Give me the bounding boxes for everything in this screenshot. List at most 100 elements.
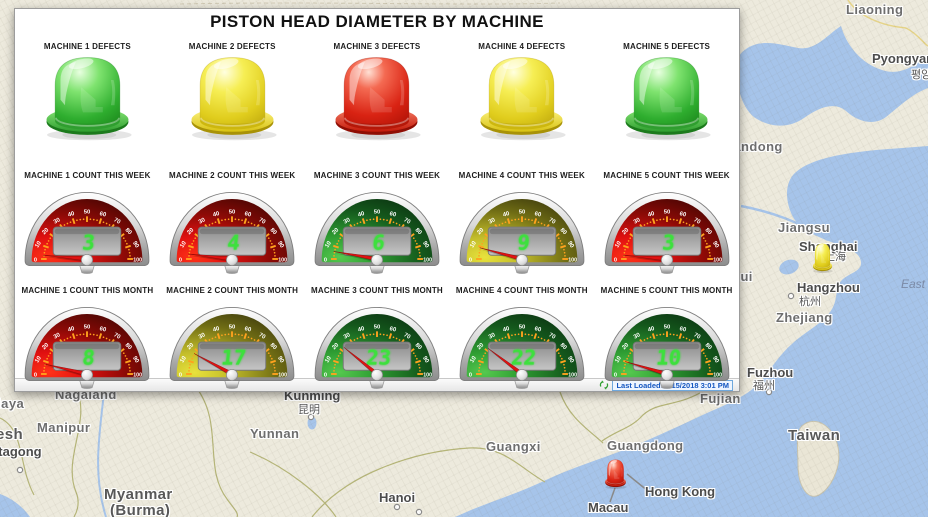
svg-text:50: 50 [374,325,381,331]
map-label-cjk: 昆明 [298,401,320,417]
map-label-chittagong: Chittagong [0,444,42,459]
week-cell-machine-4: MACHINE 4 COUNT THIS WEEK102030405060708… [449,171,594,274]
gauge-machine-1-month: 10203040506070809001008 [21,299,153,389]
svg-text:50: 50 [519,325,526,331]
map-led-shanghai[interactable] [811,242,834,279]
svg-text:100: 100 [134,372,143,378]
svg-text:50: 50 [229,210,236,216]
defects-cell-machine-1: MACHINE 1 DEFECTS [15,42,160,143]
label-machine-2-defects: MACHINE 2 DEFECTS [189,42,276,51]
label-machine-1-week: MACHINE 1 COUNT THIS WEEK [24,171,150,180]
svg-text:100: 100 [568,257,577,263]
map-label-cjk: 杭州 [799,293,821,309]
defects-cell-machine-3: MACHINE 3 DEFECTS [305,42,450,143]
svg-text:100: 100 [278,372,287,378]
map-led-hongkong[interactable] [603,458,628,495]
page-title: PISTON HEAD DIAMETER BY MACHINE [15,12,739,32]
gauge-machine-5-week: 10203040506070809001003 [601,184,733,274]
defect-light-machine-3 [327,53,426,143]
month-cell-machine-3: MACHINE 3 COUNT THIS MONTH10203040506070… [305,286,450,389]
defects-cell-machine-5: MACHINE 5 DEFECTS [594,42,739,143]
svg-text:100: 100 [423,257,432,263]
gauge-machine-4-month: 102030405060708090010022 [456,299,588,389]
gauge-machine-1-week: 10203040506070809001003 [21,184,153,274]
map-label-liaoning: Liaoning [846,2,903,17]
month-cell-machine-2: MACHINE 2 COUNT THIS MONTH10203040506070… [160,286,305,389]
gauge-machine-4-month-value: 22 [510,346,537,370]
city-dot [394,504,399,509]
gauge-machine-5-week-value: 3 [661,231,676,255]
month-cell-machine-5: MACHINE 5 COUNT THIS MONTH10203040506070… [594,286,739,389]
map-label-zhejiang: Zhejiang [776,310,833,325]
map-label-macau: Macau [588,500,628,515]
label-machine-3-defects: MACHINE 3 DEFECTS [334,42,421,51]
svg-text:100: 100 [278,257,287,263]
gauge-machine-3-week: 10203040506070809001006 [311,184,443,274]
gauge-machine-3-week-value: 6 [371,231,386,255]
svg-text:0: 0 [34,257,37,263]
gauge-machine-2-month: 102030405060708090010017 [166,299,298,389]
svg-text:100: 100 [713,257,722,263]
gauge-machine-2-week: 10203040506070809001004 [166,184,298,274]
map-label-jiangsu: Jiangsu [778,220,830,235]
svg-text:50: 50 [84,210,91,216]
defects-cell-machine-4: MACHINE 4 DEFECTS [449,42,594,143]
gauge-machine-2-week-value: 4 [226,231,241,255]
svg-text:0: 0 [34,372,37,378]
map-led-hongkong-led [603,458,628,490]
gauge-machine-2-month-value: 17 [220,346,247,370]
svg-text:0: 0 [179,372,182,378]
gauge-machine-4-week-value: 9 [516,231,531,255]
map-label-cjk: 평양 [911,66,928,82]
svg-text:0: 0 [613,257,616,263]
defect-light-machine-5 [617,53,716,143]
map-label-taiwan: Taiwan [788,427,840,444]
defect-lights-row: MACHINE 1 DEFECTS MACHINE 2 DEFECTS MACHIN… [15,42,739,143]
map-label-guangdong: Guangdong [607,438,684,453]
gauge-machine-1-month-value: 8 [82,346,97,370]
map-label-bangladesh: Bangladesh [0,426,23,443]
map-label-guangxi: Guangxi [486,439,541,454]
svg-text:50: 50 [229,325,236,331]
label-machine-5-week: MACHINE 5 COUNT THIS WEEK [603,171,729,180]
defect-light-machine-4 [472,53,571,143]
map-label-meghalaya: Meghalaya [0,396,24,411]
defects-cell-machine-2: MACHINE 2 DEFECTS [160,42,305,143]
svg-text:100: 100 [134,257,143,263]
svg-text:50: 50 [663,325,670,331]
dashboard-panel: PISTON HEAD DIAMETER BY MACHINE MACHINE … [14,8,740,392]
svg-text:0: 0 [469,257,472,263]
svg-text:0: 0 [324,372,327,378]
svg-text:50: 50 [84,325,91,331]
label-machine-3-week: MACHINE 3 COUNT THIS WEEK [314,171,440,180]
map-label-burma: (Burma) [110,502,170,517]
gauge-machine-5-month-value: 10 [655,346,682,370]
gauge-machine-5-month: 102030405060708090010010 [601,299,733,389]
gauge-machine-3-month: 102030405060708090010023 [311,299,443,389]
defect-light-machine-2 [183,53,282,143]
week-cell-machine-5: MACHINE 5 COUNT THIS WEEK102030405060708… [594,171,739,274]
label-machine-2-month: MACHINE 2 COUNT THIS MONTH [166,286,298,295]
svg-text:100: 100 [713,372,722,378]
label-machine-2-week: MACHINE 2 COUNT THIS WEEK [169,171,295,180]
map-label-east-ch: East Ch [901,277,928,291]
month-cell-machine-4: MACHINE 4 COUNT THIS MONTH10203040506070… [449,286,594,389]
screen: LiaoningPyongyang평양ShandongJiangsuAnhuiS… [0,0,928,517]
svg-text:100: 100 [568,372,577,378]
gauge-machine-4-week: 10203040506070809001009 [456,184,588,274]
svg-text:0: 0 [324,257,327,263]
label-machine-1-month: MACHINE 1 COUNT THIS MONTH [21,286,153,295]
map-label-hanoi: Hanoi [379,490,415,505]
label-machine-1-defects: MACHINE 1 DEFECTS [44,42,131,51]
svg-text:50: 50 [663,210,670,216]
label-machine-4-week: MACHINE 4 COUNT THIS WEEK [459,171,585,180]
gauge-machine-1-week-value: 3 [82,231,97,255]
week-cell-machine-2: MACHINE 2 COUNT THIS WEEK102030405060708… [160,171,305,274]
label-machine-5-defects: MACHINE 5 DEFECTS [623,42,710,51]
label-machine-5-month: MACHINE 5 COUNT THIS MONTH [601,286,733,295]
map-label-manipur: Manipur [37,420,90,435]
label-machine-3-month: MACHINE 3 COUNT THIS MONTH [311,286,443,295]
city-dot [416,509,421,514]
svg-text:0: 0 [613,372,616,378]
map-label-fujian: Fujian [700,391,741,406]
